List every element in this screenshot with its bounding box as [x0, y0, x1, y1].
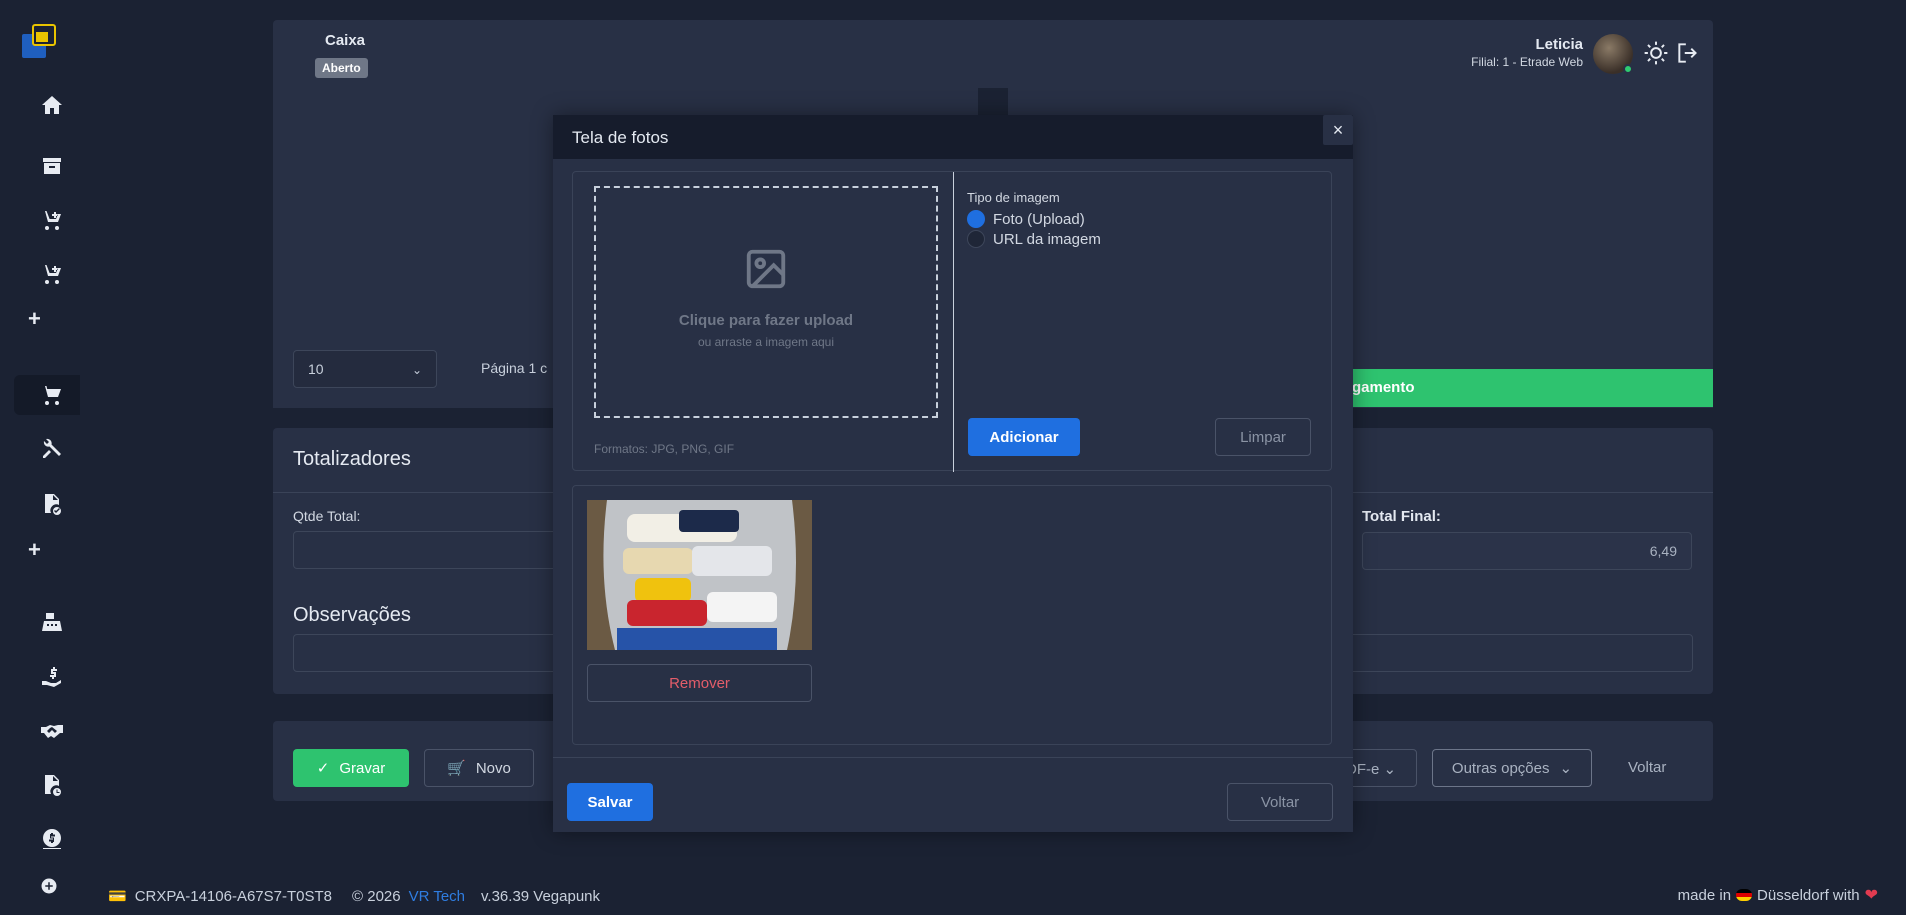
caixa-title: Caixa — [325, 32, 366, 49]
sun-icon[interactable] — [1643, 40, 1669, 66]
adicionar-button[interactable]: Adicionar — [968, 418, 1080, 456]
dropzone-sub-text: ou arraste a imagem aqui — [697, 335, 835, 349]
chevron-down-icon: ⌄ — [1383, 761, 1397, 778]
salvar-button[interactable]: Salvar — [567, 783, 653, 821]
totals-title: Totalizadores — [293, 448, 411, 470]
total-final-field[interactable]: 6,49 — [1362, 532, 1692, 570]
chevron-down-icon: ⌄ — [1559, 760, 1573, 777]
top-header: Caixa Aberto Leticia Filial: 1 - Etrade … — [273, 20, 1713, 88]
upload-dropzone[interactable]: Clique para fazer upload ou arraste a im… — [594, 186, 938, 418]
plus-icon[interactable]: + — [28, 537, 41, 563]
document-clock-icon[interactable] — [14, 765, 80, 805]
logout-icon[interactable] — [1675, 40, 1701, 66]
made-in-label: made in — [1677, 886, 1732, 904]
money-icon[interactable] — [14, 819, 80, 859]
status-badge: Aberto — [315, 58, 368, 78]
heart-icon: ❤ — [1864, 887, 1878, 904]
voltar-link[interactable]: Voltar — [1628, 759, 1666, 776]
outras-opcoes-label: Outras opções — [1451, 759, 1550, 777]
payment-button-label: gamento — [1352, 379, 1415, 396]
image-placeholder-icon — [746, 249, 786, 289]
novo-label: Novo — [475, 759, 511, 777]
footer-made-in: made in Düsseldorf with ❤ — [1678, 885, 1878, 905]
radio-foto-upload[interactable]: Foto (Upload) — [967, 210, 1085, 228]
close-icon[interactable]: × — [1323, 115, 1353, 145]
cart-add-icon[interactable] — [14, 254, 80, 294]
chevron-down-icon: ⌄ — [411, 363, 422, 377]
cart-icon[interactable] — [14, 375, 80, 415]
observacoes-title: Observações — [293, 604, 411, 626]
voltar-button[interactable]: Voltar — [1227, 783, 1333, 821]
total-final-label: Total Final: — [1362, 508, 1441, 525]
app-logo[interactable] — [22, 24, 58, 58]
upload-panel: Clique para fazer upload ou arraste a im… — [572, 171, 1332, 472]
remover-button[interactable]: Remover — [587, 664, 812, 702]
user-filial: Filial: 1 - Etrade Web — [1471, 55, 1583, 69]
cart-icon: 🛒 — [447, 760, 466, 777]
dropzone-main-text: Clique para fazer upload — [678, 312, 854, 329]
modal-header: Tela de fotos × — [553, 115, 1353, 159]
hand-money-icon[interactable] — [14, 657, 80, 697]
city-label: Düsseldorf with — [1757, 886, 1860, 904]
radio-url-imagem[interactable]: URL da imagem — [967, 230, 1101, 248]
modal-title: Tela de fotos — [572, 128, 669, 147]
qtde-total-field[interactable] — [293, 531, 573, 569]
online-status-icon — [1623, 64, 1633, 74]
pagination-info: Página 1 c — [481, 360, 548, 376]
payment-button[interactable]: gamento — [1352, 369, 1713, 407]
document-check-icon[interactable] — [14, 484, 80, 524]
handshake-icon[interactable] — [14, 711, 80, 751]
page-size-value: 10 — [308, 361, 324, 377]
license-code: CRXPA-14106-A67S7-T0ST8 — [134, 887, 333, 905]
tipo-imagem-label: Tipo de imagem — [967, 190, 1060, 205]
formats-hint: Formatos: JPG, PNG, GIF — [594, 442, 735, 456]
qtde-total-label: Qtde Total: — [293, 508, 361, 524]
radio-url-imagem-label: URL da imagem — [993, 230, 1101, 248]
photos-modal: Tela de fotos × Clique para fazer upload… — [553, 115, 1353, 832]
page-size-select[interactable]: 10 ⌄ — [293, 350, 437, 388]
company-link[interactable]: VR Tech — [409, 888, 465, 905]
divider — [553, 757, 1353, 758]
user-name: Leticia — [1535, 36, 1583, 53]
copyright: © 2026 — [352, 887, 401, 905]
gravar-button[interactable]: ✓ Gravar — [293, 749, 409, 787]
outras-opcoes-button[interactable]: Outras opções ⌄ — [1432, 749, 1592, 787]
cash-register-icon[interactable] — [14, 603, 80, 643]
novo-button[interactable]: 🛒 Novo — [424, 749, 534, 787]
check-icon: ✓ — [316, 760, 330, 777]
app-version: v.36.39 Vegapunk — [481, 887, 601, 905]
plus-circle-icon[interactable] — [14, 866, 80, 906]
sidebar: + + — [0, 0, 80, 915]
plus-icon[interactable]: + — [28, 306, 41, 332]
id-card-icon: 💳 — [108, 888, 127, 905]
footer: 💳 CRXPA-14106-A67S7-T0ST8 © 2026 VR Tech… — [108, 887, 601, 906]
radio-unchecked-icon[interactable] — [967, 230, 985, 248]
home-icon[interactable] — [14, 85, 80, 125]
cart-add-icon[interactable] — [14, 200, 80, 240]
gravar-label: Gravar — [339, 759, 386, 777]
radio-foto-upload-label: Foto (Upload) — [993, 210, 1085, 228]
vertical-divider — [953, 172, 954, 472]
germany-flag-icon — [1736, 889, 1753, 901]
product-photo — [587, 500, 812, 650]
photo-gallery: Remover — [572, 485, 1332, 745]
radio-checked-icon[interactable] — [967, 210, 985, 228]
limpar-button[interactable]: Limpar — [1215, 418, 1311, 456]
archive-icon[interactable] — [14, 146, 80, 186]
card-divider — [978, 88, 1008, 118]
tools-icon[interactable] — [14, 429, 80, 469]
